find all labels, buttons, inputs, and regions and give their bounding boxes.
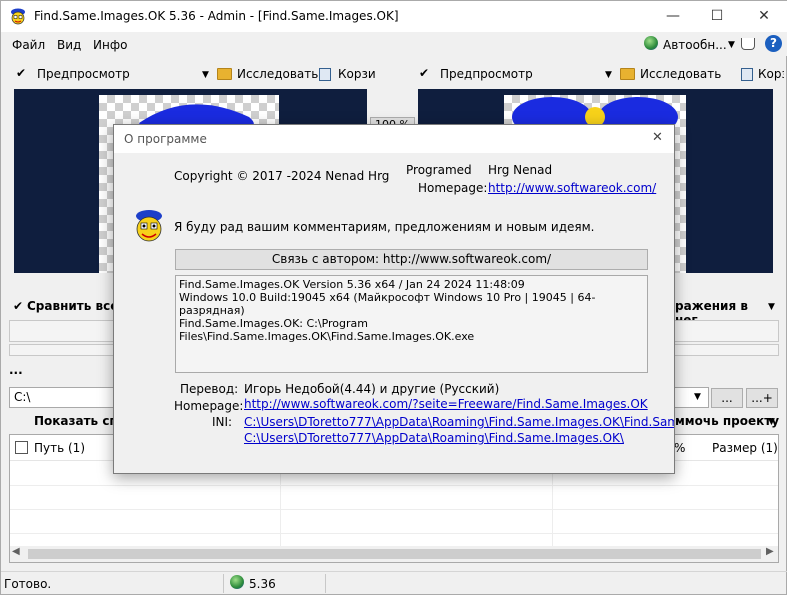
right-preview-label[interactable]: Предпросмотр bbox=[440, 67, 533, 89]
translation-label: Перевод: bbox=[180, 382, 239, 396]
right-trash-button[interactable]: Корзи bbox=[758, 67, 784, 89]
app-icon bbox=[11, 8, 25, 25]
status-separator bbox=[223, 574, 224, 593]
left-explore-button[interactable]: Исследовать bbox=[237, 67, 318, 89]
menu-view[interactable]: Вид bbox=[57, 38, 81, 52]
row-separator bbox=[10, 533, 778, 534]
programmed-value: Hrg Nenad bbox=[488, 163, 553, 177]
col-path-header[interactable]: Путь (1) bbox=[34, 441, 85, 455]
scroll-thumb[interactable] bbox=[28, 549, 761, 559]
row-separator bbox=[10, 485, 778, 486]
browse-add-button[interactable]: ...+ bbox=[746, 388, 778, 408]
right-preview-dropdown[interactable]: ▼ bbox=[605, 70, 612, 80]
app-window: Find.Same.Images.OK 5.36 - Admin - [Find… bbox=[0, 0, 787, 595]
window-title: Find.Same.Images.OK 5.36 - Admin - [Find… bbox=[34, 9, 399, 23]
info-line-path: Find.Same.Images.OK: C:\Program Files\Fi… bbox=[179, 317, 475, 343]
version-info-textbox[interactable]: Find.Same.Images.OK Version 5.36 x64 / J… bbox=[175, 275, 648, 373]
row-separator bbox=[10, 509, 778, 510]
ini-path-file-link[interactable]: C:\Users\DToretto777\AppData\Roaming\Fin… bbox=[244, 415, 674, 429]
menu-file[interactable]: Файл bbox=[12, 38, 45, 52]
ini-path-folder-link[interactable]: C:\Users\DToretto777\AppData\Roaming\Fin… bbox=[244, 431, 624, 445]
translation-value: Игорь Недобой(4.44) и другие (Русский) bbox=[244, 382, 500, 396]
left-trash-button[interactable]: Корзи bbox=[338, 67, 376, 89]
path-dropdown-arrow[interactable]: ▼ bbox=[694, 392, 701, 402]
help-icon[interactable]: ? bbox=[765, 35, 782, 52]
menu-bar: Файл Вид Инфо Автообн... ▼ ? bbox=[1, 32, 787, 56]
auto-update-menu[interactable]: Автообн... bbox=[663, 38, 727, 52]
about-dialog: О программе ✕ Copyright © 2017 -2024 Nen… bbox=[113, 124, 675, 474]
status-text: Готово. bbox=[4, 577, 52, 591]
scroll-right-arrow[interactable]: ▶ bbox=[766, 546, 774, 557]
dialog-title-bar[interactable]: О программе ✕ bbox=[114, 125, 674, 153]
title-bar[interactable]: Find.Same.Images.OK 5.36 - Admin - [Find… bbox=[1, 1, 787, 32]
select-all-checkbox[interactable] bbox=[15, 441, 28, 454]
mascot-icon bbox=[136, 210, 162, 242]
auto-update-arrow[interactable]: ▼ bbox=[728, 40, 735, 50]
menu-info[interactable]: Инфо bbox=[93, 38, 127, 52]
compare-all-check[interactable]: ✔ bbox=[13, 299, 23, 313]
to-project-dropdown[interactable]: ▼ bbox=[768, 417, 775, 427]
path-value: C:\ bbox=[14, 390, 31, 404]
status-bar: Готово. 5.36 bbox=[1, 571, 787, 595]
trash-icon bbox=[741, 68, 753, 81]
folder-icon bbox=[217, 68, 232, 80]
images-in-neg-dropdown[interactable]: ▼ bbox=[768, 302, 775, 312]
homepage-label: Homepage: bbox=[418, 181, 488, 195]
scroll-left-arrow[interactable]: ◀ bbox=[12, 546, 20, 557]
horizontal-scrollbar[interactable]: ◀ ▶ bbox=[10, 546, 778, 562]
dialog-close-button[interactable]: ✕ bbox=[652, 130, 663, 145]
minimize-button[interactable]: — bbox=[650, 1, 696, 32]
maximize-button[interactable]: ☐ bbox=[694, 1, 740, 32]
left-preview-dropdown[interactable]: ▼ bbox=[202, 70, 209, 80]
trash-icon bbox=[319, 68, 331, 81]
col-size-header[interactable]: Размер (1) bbox=[712, 441, 778, 455]
dots-label: ... bbox=[9, 363, 23, 377]
ini-label: INI: bbox=[212, 415, 233, 429]
homepage-link[interactable]: http://www.softwareok.com/ bbox=[488, 181, 656, 195]
contact-author-button[interactable]: Связь с автором: http://www.softwareok.c… bbox=[175, 249, 648, 270]
homepage2-label: Homepage: bbox=[174, 399, 244, 413]
folder-icon bbox=[620, 68, 635, 80]
info-line-version: Find.Same.Images.OK Version 5.36 x64 / J… bbox=[179, 278, 525, 291]
globe-icon bbox=[230, 575, 244, 589]
copyright-text: Copyright © 2017 -2024 Nenad Hrg bbox=[174, 169, 390, 183]
compare-all-button[interactable]: Сравнить все bbox=[27, 299, 118, 313]
col-pct-header[interactable]: % bbox=[674, 441, 685, 455]
coffee-icon[interactable] bbox=[741, 38, 755, 50]
browse-button[interactable]: ... bbox=[711, 388, 743, 408]
comment-text: Я буду рад вашим комментариям, предложен… bbox=[174, 220, 595, 234]
left-preview-check[interactable]: ✔ bbox=[16, 66, 26, 80]
left-preview-label[interactable]: Предпросмотр bbox=[37, 67, 130, 89]
programmed-label: Programed bbox=[406, 163, 472, 177]
right-explore-button[interactable]: Исследовать bbox=[640, 67, 721, 89]
globe-icon[interactable] bbox=[644, 36, 658, 50]
close-button[interactable]: ✕ bbox=[741, 1, 787, 32]
info-line-os: Windows 10.0 Build:19045 x64 (Майкрософт… bbox=[179, 291, 596, 317]
status-separator bbox=[325, 574, 326, 593]
to-project-label[interactable]: ммочь проекту bbox=[675, 414, 779, 428]
status-version: 5.36 bbox=[249, 577, 276, 591]
homepage2-link[interactable]: http://www.softwareok.com/?seite=Freewar… bbox=[244, 397, 648, 411]
dialog-title: О программе bbox=[124, 132, 207, 146]
right-preview-check[interactable]: ✔ bbox=[419, 66, 429, 80]
